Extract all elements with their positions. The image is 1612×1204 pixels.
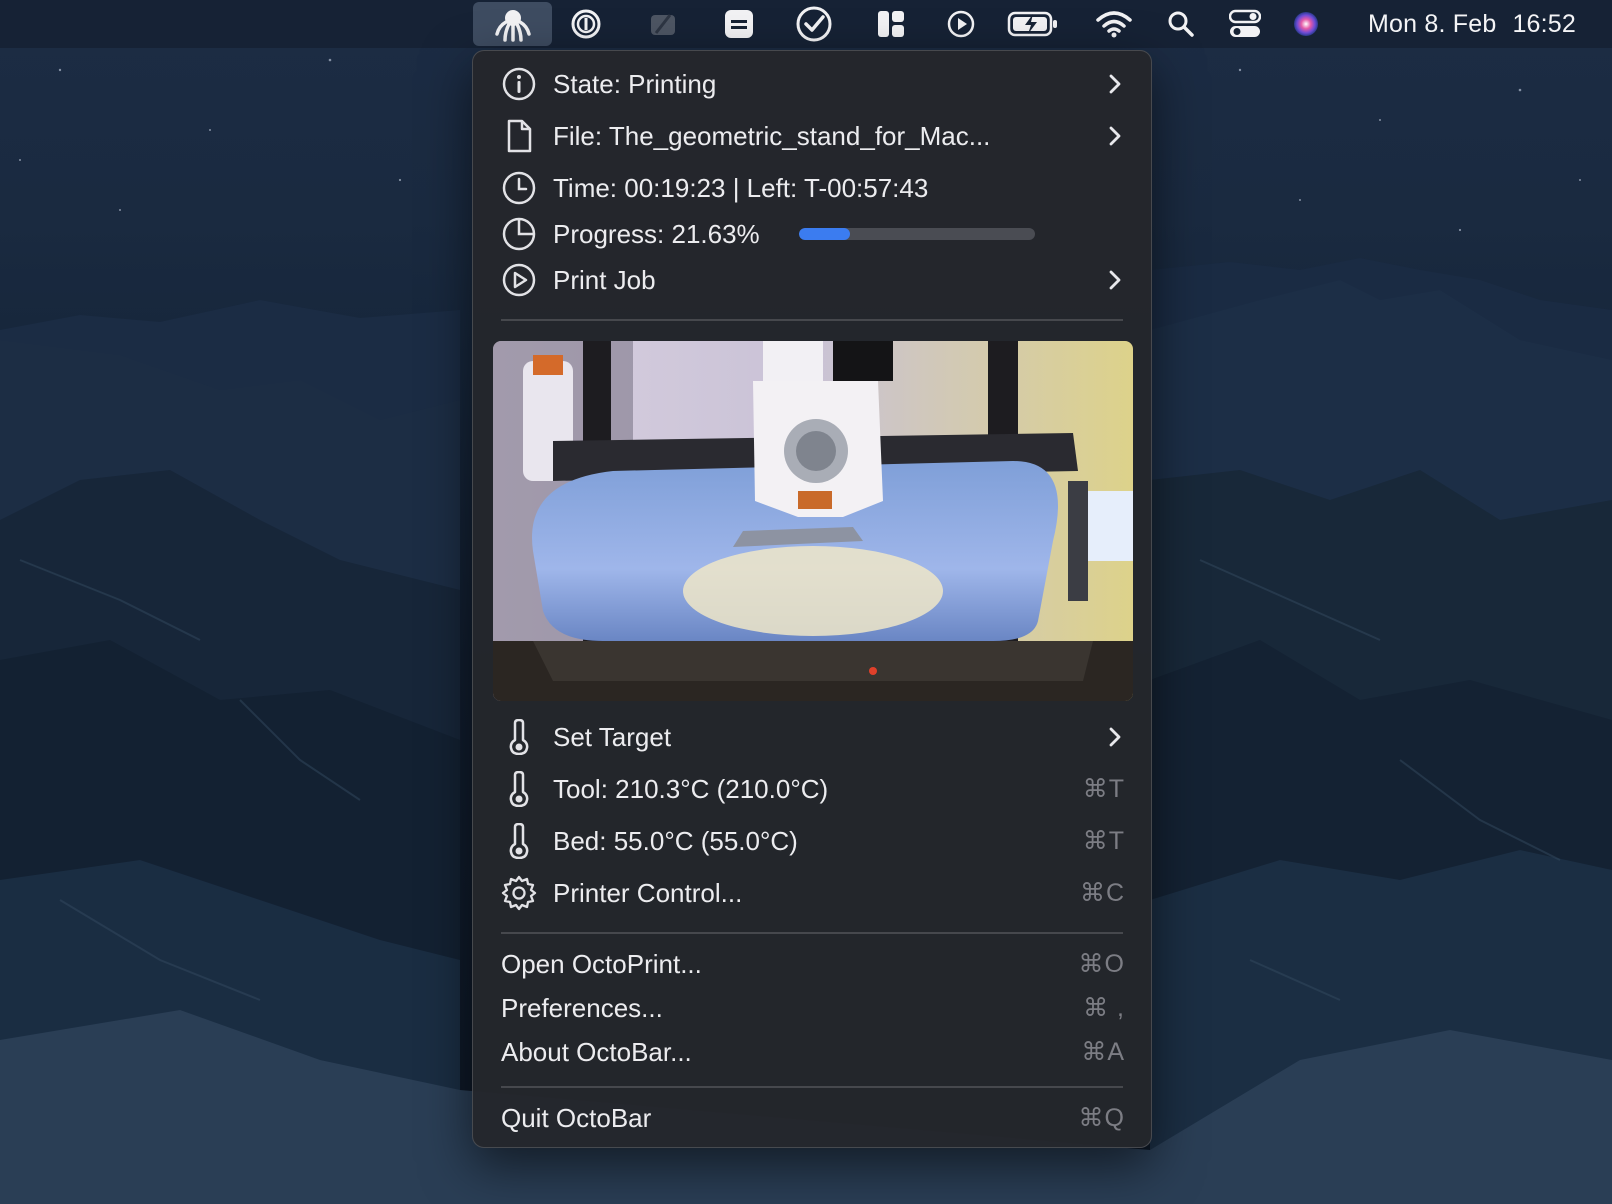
menu-item-tool-temp[interactable]: Tool: 210.3°C (210.0°C) ⌘T <box>473 766 1151 812</box>
shortcut-label: ⌘ , <box>1083 994 1125 1022</box>
set-target-label: Set Target <box>553 721 672 752</box>
preferences-label: Preferences... <box>501 992 663 1023</box>
menu-item-state[interactable]: State: Printing <box>473 61 1151 107</box>
wifi-icon[interactable] <box>1094 0 1134 48</box>
menu-item-preferences[interactable]: Preferences... ⌘ , <box>473 988 1151 1028</box>
about-label: About OctoBar... <box>501 1036 692 1067</box>
shortcut-label: ⌘A <box>1081 1038 1125 1066</box>
open-octoprint-label: Open OctoPrint... <box>501 948 702 979</box>
chevron-right-icon <box>1109 727 1121 747</box>
thermometer-icon <box>501 719 537 755</box>
window-layout-icon[interactable] <box>874 0 908 48</box>
file-label: File: The_geometric_stand_for_Mac... <box>553 120 991 151</box>
menu-item-file[interactable]: File: The_geometric_stand_for_Mac... <box>473 113 1151 159</box>
bed-temp-label: Bed: 55.0°C (55.0°C) <box>553 825 798 856</box>
menu-bar-time: 16:52 <box>1512 9 1576 38</box>
menu-bar-date: Mon 8. Feb <box>1367 9 1497 38</box>
menu-separator <box>501 319 1123 321</box>
clock-icon <box>501 170 537 206</box>
chevron-right-icon <box>1109 126 1121 146</box>
state-label: State: Printing <box>553 68 717 99</box>
spotlight-search-icon[interactable] <box>1165 0 1197 48</box>
menu-item-open-octoprint[interactable]: Open OctoPrint... ⌘O <box>473 944 1151 984</box>
shortcut-label: ⌘O <box>1078 950 1125 978</box>
notes-icon[interactable] <box>721 0 757 48</box>
menu-item-printer-control[interactable]: Printer Control... ⌘C <box>473 870 1151 916</box>
menu-item-about[interactable]: About OctoBar... ⌘A <box>473 1032 1151 1072</box>
chevron-right-icon <box>1109 74 1121 94</box>
pie-progress-icon <box>501 216 537 252</box>
quit-label: Quit OctoBar <box>501 1102 652 1133</box>
menu-separator <box>501 1086 1123 1088</box>
app-icon-dim[interactable] <box>645 0 681 48</box>
shortcut-label: ⌘Q <box>1078 1104 1125 1132</box>
progress-bar <box>799 228 1035 240</box>
thermometer-icon <box>501 823 537 859</box>
print-job-label: Print Job <box>553 264 656 295</box>
info-icon <box>501 66 537 102</box>
shortcut-label: ⌘T <box>1082 775 1125 803</box>
thermometer-icon <box>501 771 537 807</box>
gear-icon <box>501 875 537 911</box>
menu-item-time: Time: 00:19:23 | Left: T-00:57:43 <box>473 165 1151 211</box>
menu-item-quit[interactable]: Quit OctoBar ⌘Q <box>473 1098 1151 1138</box>
tool-temp-label: Tool: 210.3°C (210.0°C) <box>553 773 829 804</box>
menu-separator <box>501 932 1123 934</box>
menu-bar: Mon 8. Feb 16:52 <box>0 0 1612 48</box>
progress-label: Progress: 21.63% <box>553 218 760 249</box>
shortcut-label: ⌘C <box>1079 879 1125 907</box>
menu-item-progress: Progress: 21.63% <box>473 211 1151 257</box>
menu-item-set-target[interactable]: Set Target <box>473 714 1151 760</box>
onepassword-icon[interactable] <box>568 0 604 48</box>
siri-icon[interactable] <box>1290 0 1322 48</box>
shortcut-label: ⌘T <box>1082 827 1125 855</box>
octoprint-icon[interactable] <box>473 2 552 46</box>
document-icon <box>501 118 537 154</box>
printer-control-label: Printer Control... <box>553 877 743 908</box>
play-circle-icon <box>501 262 537 298</box>
control-center-icon[interactable] <box>1228 0 1262 48</box>
tasks-check-icon[interactable] <box>794 0 834 48</box>
time-label: Time: 00:19:23 | Left: T-00:57:43 <box>553 172 929 203</box>
battery-charging-icon[interactable] <box>1006 0 1060 48</box>
menu-bar-clock[interactable]: Mon 8. Feb 16:52 <box>1368 0 1576 48</box>
progress-bar-fill <box>799 228 851 240</box>
menu-item-print-job[interactable]: Print Job <box>473 257 1151 303</box>
webcam-snapshot <box>493 341 1133 701</box>
play-icon[interactable] <box>944 0 978 48</box>
chevron-right-icon <box>1109 270 1121 290</box>
octobar-menu: State: Printing File: The_geometric_stan… <box>472 50 1152 1148</box>
menu-item-bed-temp[interactable]: Bed: 55.0°C (55.0°C) ⌘T <box>473 818 1151 864</box>
